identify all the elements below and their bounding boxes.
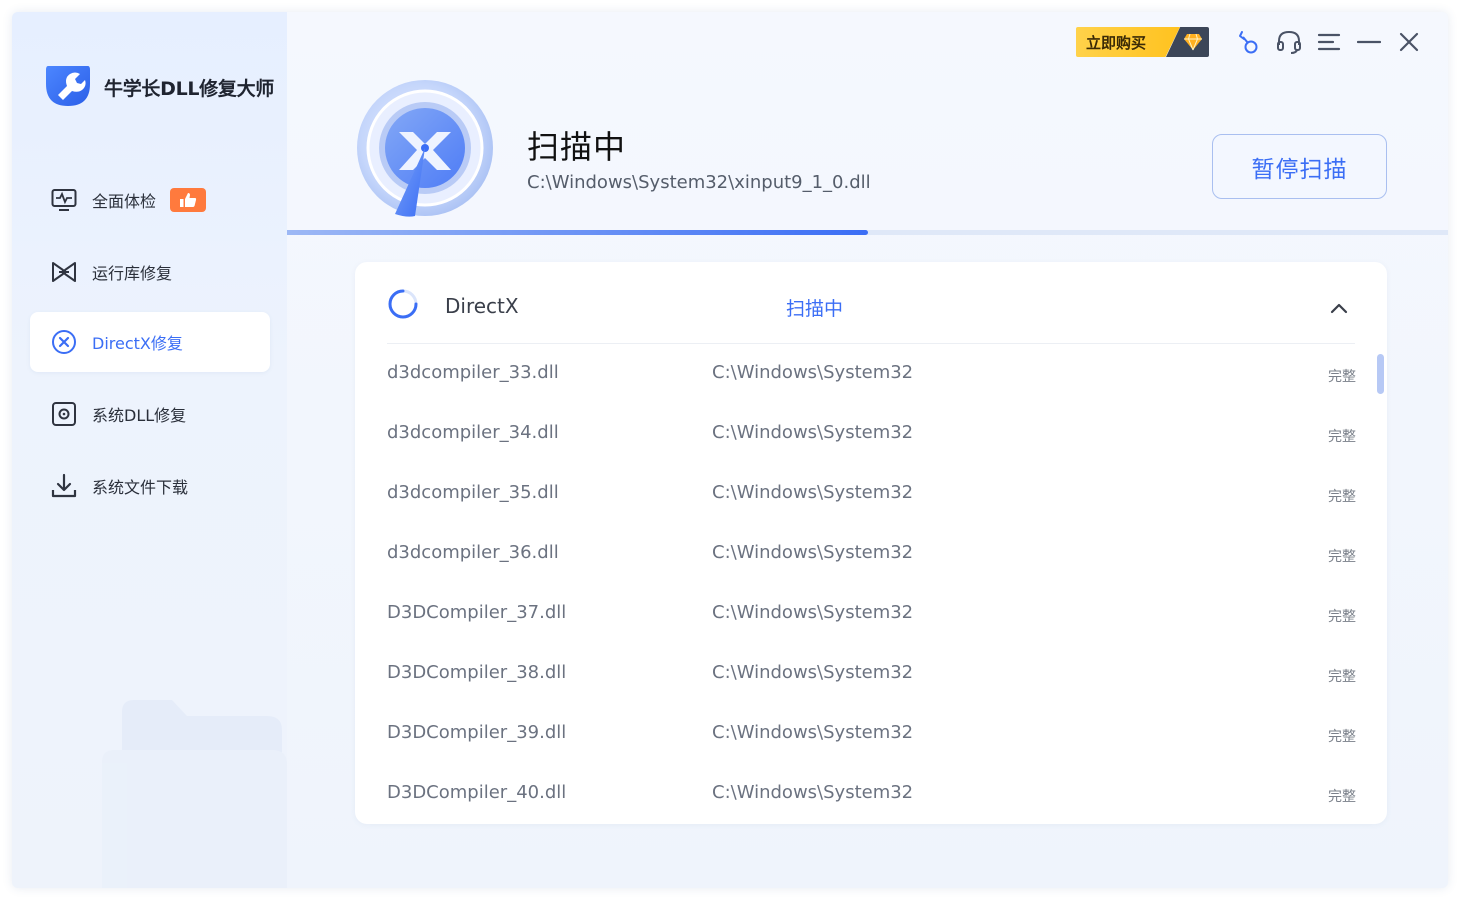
- list-item: D3DCompiler_38.dll C:\Windows\System32 完…: [387, 644, 1367, 704]
- dll-name: d3dcompiler_34.dll: [387, 422, 559, 443]
- list-item: d3dcompiler_33.dll C:\Windows\System32 完…: [387, 344, 1367, 404]
- list-item: D3DCompiler_39.dll C:\Windows\System32 完…: [387, 704, 1367, 764]
- chevron-up-icon[interactable]: [1327, 296, 1351, 320]
- headset-icon[interactable]: [1275, 28, 1303, 56]
- folder-illustration-icon: [102, 700, 287, 888]
- dll-path: C:\Windows\System32: [712, 482, 914, 503]
- gear-square-icon: [50, 400, 78, 428]
- list-scrollbar[interactable]: [1377, 344, 1384, 814]
- dll-status: 完整: [1328, 489, 1356, 505]
- thumbs-up-icon: [170, 188, 207, 212]
- dll-list: d3dcompiler_33.dll C:\Windows\System32 完…: [387, 344, 1367, 824]
- close-icon[interactable]: [1395, 28, 1423, 56]
- sidebar-item-label: 运行库修复: [92, 264, 173, 283]
- sidebar-item-label: 系统文件下载: [92, 478, 189, 497]
- group-status: 扫描中: [786, 298, 844, 320]
- wrench-logo-icon: [46, 66, 90, 106]
- dll-status: 完整: [1328, 549, 1356, 565]
- dll-status: 完整: [1328, 789, 1356, 805]
- dll-name: d3dcompiler_35.dll: [387, 482, 559, 503]
- sidebar: 牛学长DLL修复大师 全面体检 运行库修复 DirectX修复 系统DLL修复 …: [12, 12, 287, 888]
- sidebar-item-system-dll-repair[interactable]: 系统DLL修复: [30, 384, 270, 444]
- key-icon[interactable]: [1234, 28, 1262, 56]
- sidebar-item-runtime-repair[interactable]: 运行库修复: [30, 242, 270, 302]
- dll-path: C:\Windows\System32: [712, 662, 914, 683]
- list-item: D3DCompiler_40.dll C:\Windows\System32 完…: [387, 764, 1367, 824]
- dll-status: 完整: [1328, 609, 1356, 625]
- scrollbar-thumb[interactable]: [1377, 354, 1384, 394]
- list-item: d3dcompiler_34.dll C:\Windows\System32 完…: [387, 404, 1367, 464]
- sidebar-item-label: 全面体检: [92, 192, 157, 211]
- current-scan-file: C:\Windows\System32\xinput9_1_0.dll: [527, 172, 871, 193]
- list-item: d3dcompiler_35.dll C:\Windows\System32 完…: [387, 464, 1367, 524]
- download-icon: [50, 472, 78, 500]
- buy-now-button[interactable]: 立即购买: [1076, 27, 1209, 57]
- sidebar-item-directx-repair[interactable]: DirectX修复: [30, 312, 270, 372]
- dll-status: 完整: [1328, 669, 1356, 685]
- dll-path: C:\Windows\System32: [712, 602, 914, 623]
- dll-name: D3DCompiler_38.dll: [387, 662, 567, 683]
- dll-path: C:\Windows\System32: [712, 362, 914, 383]
- menu-icon[interactable]: [1315, 28, 1343, 56]
- buy-now-label: 立即购买: [1076, 27, 1180, 57]
- pulse-monitor-icon: [50, 186, 78, 214]
- dll-path: C:\Windows\System32: [712, 722, 914, 743]
- scan-progress-fill: [287, 230, 868, 235]
- dll-path: C:\Windows\System32: [712, 782, 914, 803]
- dll-name: D3DCompiler_40.dll: [387, 782, 567, 803]
- minimize-icon[interactable]: [1355, 28, 1383, 56]
- loading-spinner-icon: [388, 289, 418, 319]
- app-window: 牛学长DLL修复大师 全面体检 运行库修复 DirectX修复 系统DLL修复 …: [12, 12, 1448, 888]
- dll-path: C:\Windows\System32: [712, 542, 914, 563]
- scan-result-card: DirectX 扫描中 d3dcompiler_33.dll C:\Window…: [355, 262, 1387, 824]
- list-item: d3dcompiler_36.dll C:\Windows\System32 完…: [387, 524, 1367, 584]
- group-header[interactable]: DirectX 扫描中: [387, 262, 1355, 344]
- dll-name: d3dcompiler_33.dll: [387, 362, 559, 383]
- dll-status: 完整: [1328, 729, 1356, 745]
- list-item: D3DCompiler_37.dll C:\Windows\System32 完…: [387, 584, 1367, 644]
- sidebar-item-label: 系统DLL修复: [92, 406, 187, 425]
- dll-name: D3DCompiler_39.dll: [387, 722, 567, 743]
- dll-status: 完整: [1328, 369, 1356, 385]
- dll-name: D3DCompiler_37.dll: [387, 602, 567, 623]
- sidebar-item-full-check[interactable]: 全面体检: [30, 170, 270, 230]
- directx-scan-emblem-icon: [357, 80, 493, 217]
- app-title: 牛学长DLL修复大师: [104, 78, 274, 100]
- dll-status: 完整: [1328, 429, 1356, 445]
- dll-name: d3dcompiler_36.dll: [387, 542, 559, 563]
- scan-progress-bar: [287, 230, 1448, 235]
- sidebar-item-label: DirectX修复: [92, 334, 183, 353]
- bowtie-icon: [50, 258, 78, 286]
- scan-status-title: 扫描中: [527, 128, 627, 166]
- sidebar-item-system-file-download[interactable]: 系统文件下载: [30, 456, 270, 516]
- pause-scan-button[interactable]: 暂停扫描: [1212, 134, 1387, 199]
- x-circle-icon: [50, 328, 78, 356]
- group-name: DirectX: [445, 294, 519, 318]
- dll-path: C:\Windows\System32: [712, 422, 914, 443]
